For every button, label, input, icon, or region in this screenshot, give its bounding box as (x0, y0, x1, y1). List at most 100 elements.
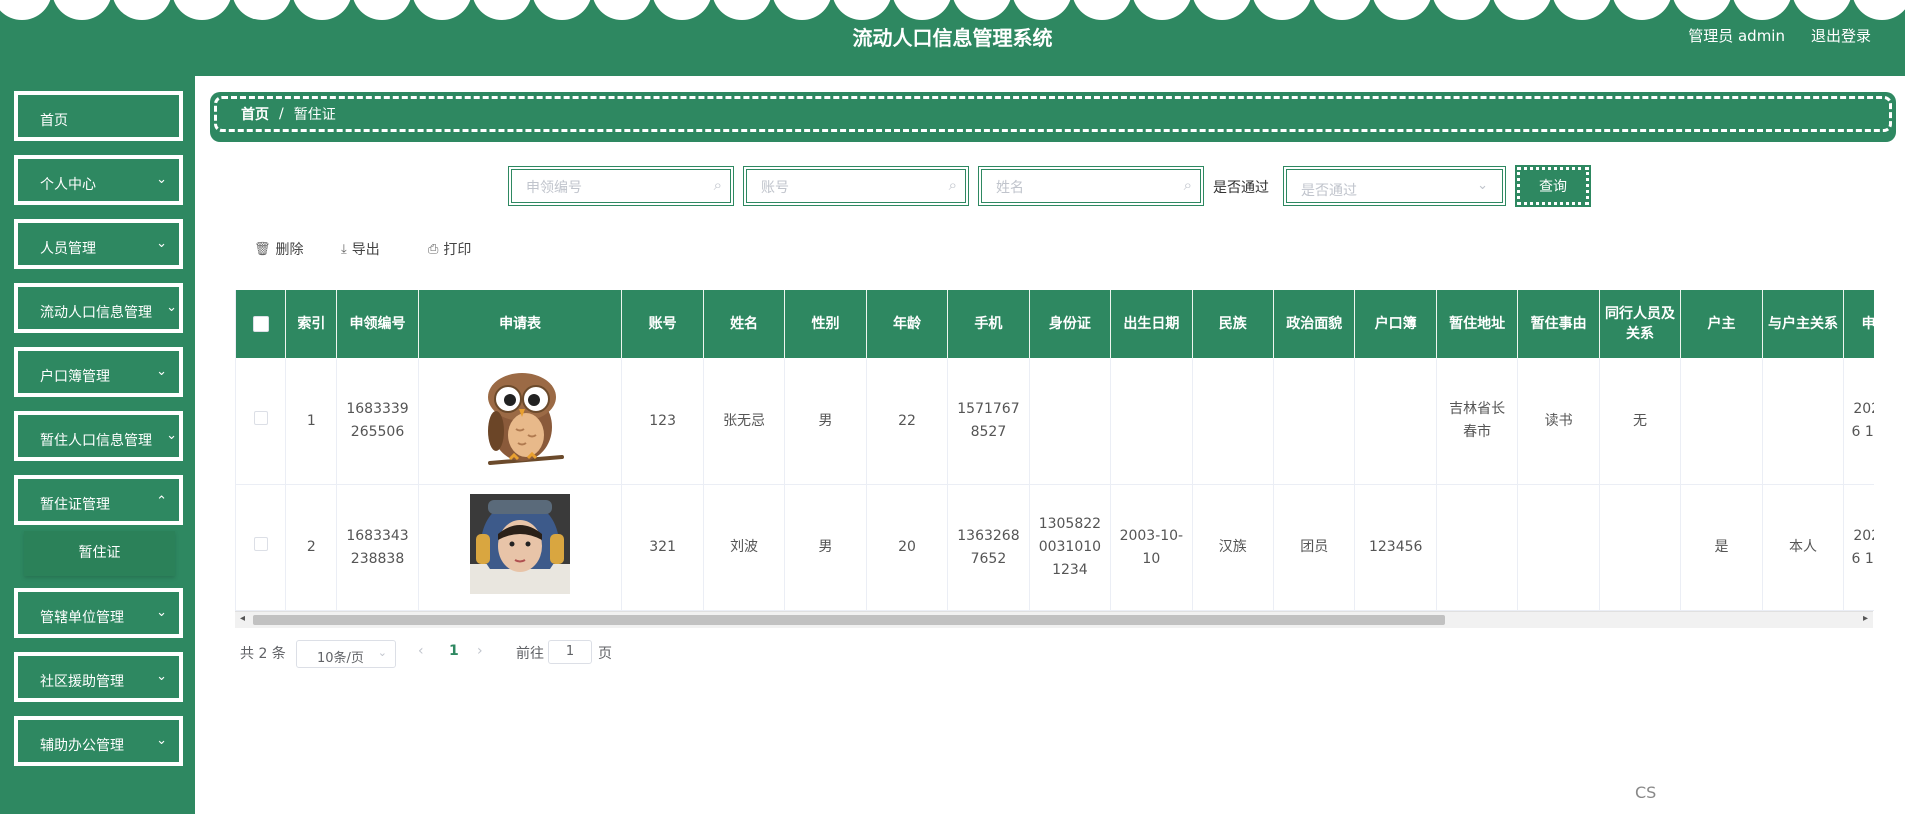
pass-filter-label: 是否通过 (1213, 180, 1269, 196)
sidebar-item-household-register[interactable]: 户口簿管理 ⌄ (14, 347, 183, 397)
col-header: 申领时间 (1843, 290, 1874, 358)
horizontal-scrollbar[interactable]: ◂ ▸ (235, 611, 1873, 628)
cell-reason: 读书 (1517, 358, 1600, 485)
col-header: 身份证 (1029, 290, 1112, 358)
cell-household: 123456 (1354, 484, 1437, 611)
breadcrumb: 首页 / 暂住证 (210, 92, 1896, 142)
portrait-photo (470, 493, 571, 594)
logout-link[interactable]: 退出登录 (1811, 25, 1871, 46)
cell-age: 22 (866, 358, 949, 485)
chevron-down-icon: ⌄ (156, 605, 167, 620)
sidebar-item-home[interactable]: 首页 (14, 91, 183, 141)
sidebar-item-label: 暂住证管理 (40, 497, 110, 513)
owl-image (488, 372, 565, 465)
search-icon: ⌕ (1183, 176, 1192, 194)
sidebar: 首页 个人中心 ⌄ 人员管理 ⌄ 流动人口信息管理 ⌄ 户口簿管理 ⌄ 暂住人口… (0, 76, 195, 814)
sidebar-item-label: 户口簿管理 (40, 369, 110, 385)
table-row[interactable]: 2 1683343238838 321 刘波 男 20 13632687652 … (236, 484, 1874, 611)
pagination-total: 共 2 条 (240, 646, 286, 662)
name-input[interactable] (994, 178, 1148, 198)
apply-no-search-box: ⌕ (508, 166, 734, 206)
cell-apply-no: 1683339265506 (336, 358, 419, 485)
cell-index: 1 (285, 358, 338, 485)
sidebar-item-label: 暂住人口信息管理 (40, 433, 152, 449)
select-all-checkbox[interactable] (236, 290, 287, 358)
cell-head (1680, 358, 1763, 485)
page-size-select[interactable]: 10条/页 ⌄ (296, 640, 396, 668)
account-search-box: ⌕ (743, 166, 969, 206)
row-checkbox[interactable] (236, 484, 287, 611)
scrollbar-thumb[interactable] (253, 615, 1445, 625)
goto-label: 前往 (516, 646, 544, 662)
chevron-down-icon: ⌄ (166, 300, 177, 315)
chevron-down-icon: ⌄ (156, 172, 167, 187)
cell-account: 123 (621, 358, 704, 485)
col-header: 年龄 (866, 290, 949, 358)
chevron-down-icon: ⌄ (377, 646, 387, 659)
cell-companions (1599, 484, 1682, 611)
table-row[interactable]: 1 1683339265506 123 张无忌 男 22 15717678527… (236, 358, 1874, 485)
table-header-row: 索引 申领编号 申请表 账号 姓名 性别 年龄 手机 身份证 出生日期 民族 政… (236, 290, 1874, 358)
cell-age: 20 (866, 484, 949, 611)
data-table: 索引 申领编号 申请表 账号 姓名 性别 年龄 手机 身份证 出生日期 民族 政… (235, 290, 1874, 628)
row-checkbox[interactable] (236, 358, 287, 485)
sidebar-item-label: 辅助办公管理 (40, 738, 124, 754)
query-button[interactable]: 查询 (1515, 165, 1591, 207)
sidebar-item-temporary-population[interactable]: 暂住人口信息管理 ⌄ (14, 411, 183, 461)
sidebar-item-office-assistant[interactable]: 辅助办公管理 ⌄ (14, 716, 183, 766)
cell-household (1354, 358, 1437, 485)
col-header: 与户主关系 (1762, 290, 1845, 358)
col-header: 暂住事由 (1517, 290, 1600, 358)
sidebar-item-residence-permit[interactable]: 暂住证管理 ⌃ (14, 475, 183, 525)
chevron-down-icon: ⌄ (156, 733, 167, 748)
page-suffix-label: 页 (598, 646, 612, 662)
cell-address: 吉林省长春市 (1436, 358, 1519, 485)
prev-page-icon[interactable]: ‹ (418, 643, 424, 659)
scroll-left-icon[interactable]: ◂ (240, 613, 245, 624)
col-header: 姓名 (703, 290, 786, 358)
sidebar-item-personnel[interactable]: 人员管理 ⌄ (14, 219, 183, 269)
top-header: 流动人口信息管理系统 管理员 admin 退出登录 (0, 0, 1905, 76)
cell-account: 321 (621, 484, 704, 611)
sidebar-item-label: 管辖单位管理 (40, 610, 124, 626)
current-user: 管理员 admin (1688, 27, 1785, 45)
sidebar-item-floating-population[interactable]: 流动人口信息管理 ⌄ (14, 283, 183, 333)
cell-relation (1762, 358, 1845, 485)
sidebar-item-jurisdiction-unit[interactable]: 管辖单位管理 ⌄ (14, 588, 183, 638)
sidebar-item-personal-center[interactable]: 个人中心 ⌄ (14, 155, 183, 205)
breadcrumb-home[interactable]: 首页 (241, 104, 269, 124)
chevron-down-icon: ⌄ (156, 236, 167, 251)
cell-reason (1517, 484, 1600, 611)
col-header: 手机 (947, 290, 1030, 358)
cell-name: 张无忌 (703, 358, 786, 485)
cell-birth: 2003-10-10 (1110, 484, 1193, 611)
sidebar-subitem-residence-permit[interactable]: 暂住证 (24, 531, 175, 576)
scroll-right-icon[interactable]: ▸ (1863, 613, 1868, 624)
sidebar-item-community-aid[interactable]: 社区援助管理 ⌄ (14, 652, 183, 702)
col-header: 同行人员及关系 (1599, 290, 1682, 358)
chevron-up-icon: ⌃ (156, 494, 167, 509)
col-header: 账号 (621, 290, 704, 358)
cell-phone: 13632687652 (947, 484, 1030, 611)
page-number-current[interactable]: 1 (449, 643, 459, 659)
sidebar-item-label: 首页 (40, 113, 68, 129)
cell-birth (1110, 358, 1193, 485)
next-page-icon[interactable]: › (477, 643, 483, 659)
col-header: 出生日期 (1110, 290, 1193, 358)
cell-address (1436, 484, 1519, 611)
chevron-down-icon: ⌄ (166, 428, 177, 443)
cell-time: 2023-05-06 10:24:25 (1843, 358, 1874, 485)
print-button[interactable]: ⎙ 打印 (428, 239, 471, 259)
export-button[interactable]: ⤓ 导出 (341, 239, 380, 259)
account-input[interactable] (759, 178, 913, 198)
cell-relation: 本人 (1762, 484, 1845, 611)
pass-select-placeholder: 是否通过 (1301, 183, 1357, 199)
pass-select[interactable]: 是否通过 ⌄ (1283, 166, 1506, 206)
sidebar-item-label: 个人中心 (40, 177, 96, 193)
chevron-down-icon: ⌄ (156, 669, 167, 684)
goto-page-input[interactable]: 1 (548, 640, 592, 664)
name-search-box: ⌕ (978, 166, 1204, 206)
delete-button[interactable]: 🗑︎ 删除 (254, 239, 304, 259)
apply-no-input[interactable] (524, 178, 678, 198)
col-header: 户主 (1680, 290, 1763, 358)
